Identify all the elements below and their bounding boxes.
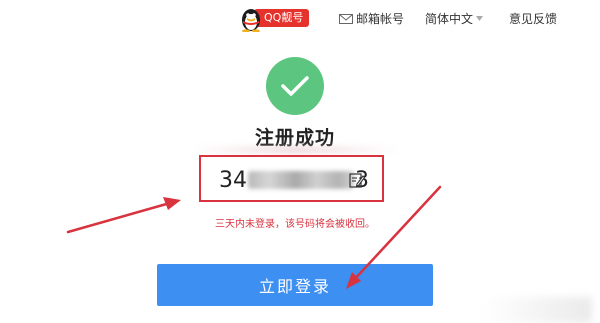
success-check-icon [266,57,324,115]
feedback-label: 意见反馈 [509,12,558,26]
qq-premium-link[interactable]: QQ靓号 [240,6,310,32]
decorative-blur [190,146,400,154]
edit-icon[interactable] [349,172,365,188]
mail-account-label: 邮箱帐号 [356,12,405,26]
language-selector[interactable]: 简体中文 [425,10,484,27]
top-nav: QQ靓号 邮箱帐号 简体中文 意见反馈 [0,0,600,36]
mail-account-link[interactable]: 邮箱帐号 [339,10,404,27]
mail-icon [339,13,353,24]
account-number-box: 34 3 [199,155,384,202]
login-now-button[interactable]: 立即登录 [157,264,433,306]
account-number-redacted [248,171,354,189]
feedback-link[interactable]: 意见反馈 [509,10,557,27]
language-label: 简体中文 [425,12,474,26]
account-number-prefix: 34 [219,167,247,193]
checkmark-icon [281,76,309,96]
reclaim-notice: 三天内未登录，该号码将会被收回。 [215,219,375,230]
chevron-down-icon [476,16,484,21]
watermark [482,297,592,323]
qq-penguin-icon [242,9,260,32]
account-number: 34 3 [219,167,369,193]
qq-badge-label: QQ靓号 [254,9,310,27]
